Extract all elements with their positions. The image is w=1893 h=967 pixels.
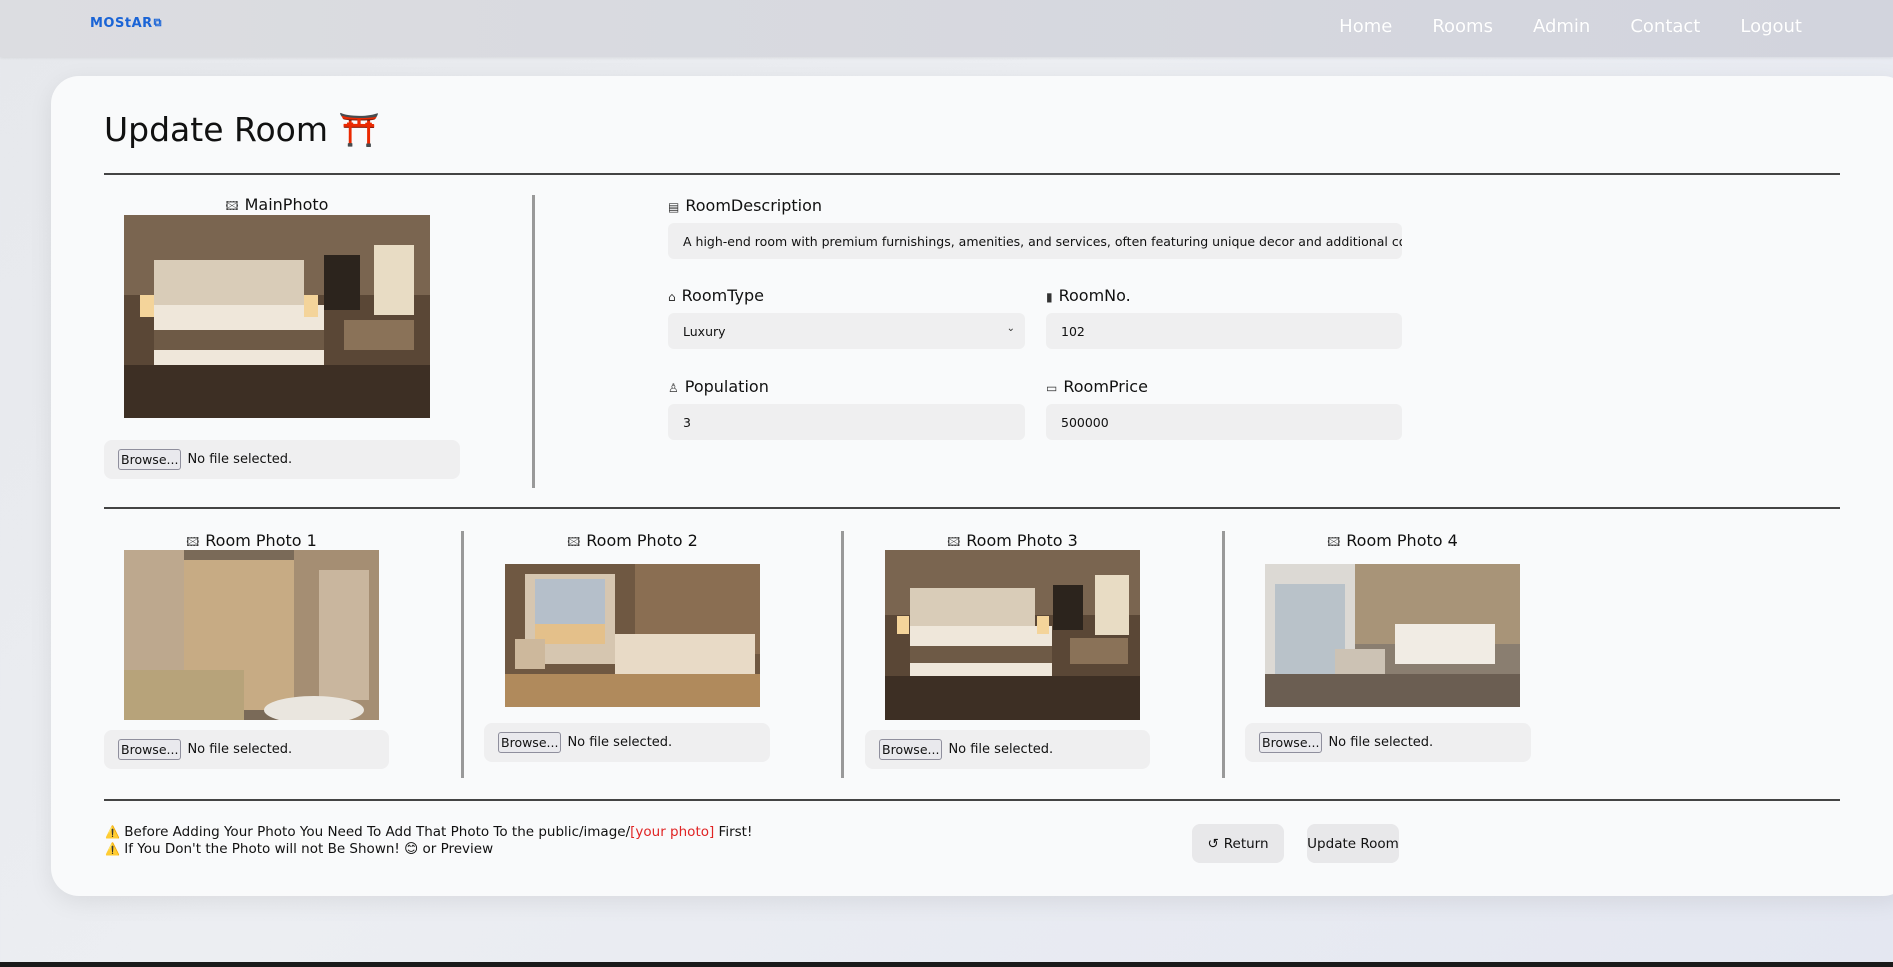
file-status: No file selected. bbox=[187, 742, 293, 757]
note-line-1: ⚠️ Before Adding Your Photo You Need To … bbox=[105, 824, 753, 840]
room-no-label: ▮ RoomNo. bbox=[1046, 286, 1131, 305]
file-status: No file selected. bbox=[187, 452, 293, 467]
divider-vertical-1 bbox=[461, 531, 464, 778]
population-input[interactable]: 3 bbox=[668, 404, 1025, 440]
page-title: Update Room ⛩️ bbox=[104, 110, 380, 150]
return-icon: ↺ bbox=[1207, 835, 1219, 852]
room-type-select[interactable]: Luxury ⌄ bbox=[668, 313, 1025, 349]
torii-gate-icon: ⛩️ bbox=[338, 110, 380, 149]
update-room-button[interactable]: Update Room bbox=[1307, 824, 1399, 863]
room-photo-1-file-input[interactable]: Browse... No file selected. bbox=[104, 730, 389, 769]
image-icon: 🖾 bbox=[947, 535, 961, 549]
room-description-input[interactable]: A high-end room with premium furnishings… bbox=[668, 223, 1402, 259]
warning-icon: ⚠️ bbox=[105, 842, 120, 856]
main-photo-preview bbox=[124, 215, 430, 418]
room-price-label: ▭ RoomPrice bbox=[1046, 377, 1148, 396]
divider-vertical-main bbox=[532, 195, 535, 488]
nav-rooms[interactable]: Rooms bbox=[1432, 16, 1493, 37]
wallet-icon: ▭ bbox=[1046, 381, 1058, 395]
nav-home[interactable]: Home bbox=[1339, 16, 1392, 37]
room-photo-2-file-input[interactable]: Browse... No file selected. bbox=[484, 723, 770, 762]
taskbar-strip bbox=[0, 962, 1893, 967]
nav-logout[interactable]: Logout bbox=[1740, 16, 1802, 37]
file-status: No file selected. bbox=[1328, 735, 1434, 750]
room-photo-2-preview bbox=[505, 564, 760, 707]
browse-button[interactable]: Browse... bbox=[118, 739, 182, 760]
navbar: MOStAR⧉ Home Rooms Admin Contact Logout bbox=[0, 0, 1893, 57]
nav-contact[interactable]: Contact bbox=[1630, 16, 1700, 37]
external-link-icon: ⧉ bbox=[153, 16, 162, 29]
photo-notes: ⚠️ Before Adding Your Photo You Need To … bbox=[105, 824, 752, 858]
room-photo-2-label: 🖾 Room Photo 2 bbox=[567, 531, 698, 550]
brand-logo[interactable]: MOStAR⧉ bbox=[90, 16, 162, 31]
document-icon: ▤ bbox=[668, 200, 680, 214]
divider-vertical-3 bbox=[1222, 531, 1225, 778]
room-photo-3-preview bbox=[885, 550, 1140, 720]
room-photo-1-preview bbox=[124, 550, 379, 720]
divider-middle bbox=[104, 507, 1840, 509]
image-icon: 🖾 bbox=[1327, 535, 1341, 549]
file-status: No file selected. bbox=[567, 735, 673, 750]
room-photo-3-file-input[interactable]: Browse... No file selected. bbox=[865, 730, 1150, 769]
nav-links: Home Rooms Admin Contact Logout bbox=[1339, 16, 1802, 37]
population-label: ♙ Population bbox=[668, 377, 769, 396]
brand-name: MOStAR bbox=[90, 16, 153, 31]
main-photo-file-input[interactable]: Browse... No file selected. bbox=[104, 440, 460, 479]
building-icon: ⌂ bbox=[668, 290, 676, 304]
description-label: ▤ RoomDescription bbox=[668, 196, 823, 215]
nav-admin[interactable]: Admin bbox=[1533, 16, 1590, 37]
divider-vertical-2 bbox=[841, 531, 844, 778]
room-photo-4-file-input[interactable]: Browse... No file selected. bbox=[1245, 723, 1531, 762]
room-type-label: ⌂ RoomType bbox=[668, 286, 764, 305]
bar-chart-icon: ▮ bbox=[1046, 290, 1053, 304]
chevron-down-icon: ⌄ bbox=[1006, 323, 1015, 334]
room-photo-4-label: 🖾 Room Photo 4 bbox=[1327, 531, 1458, 550]
browse-button[interactable]: Browse... bbox=[1259, 732, 1323, 753]
browse-button[interactable]: Browse... bbox=[498, 732, 562, 753]
room-no-input[interactable]: 102 bbox=[1046, 313, 1402, 349]
divider-top bbox=[104, 173, 1840, 175]
browse-button[interactable]: Browse... bbox=[879, 739, 943, 760]
room-price-input[interactable]: 500000 bbox=[1046, 404, 1402, 440]
smile-emoji-icon: 😊 bbox=[404, 841, 419, 857]
browse-button[interactable]: Browse... bbox=[118, 449, 182, 470]
divider-bottom bbox=[104, 799, 1840, 801]
return-button[interactable]: ↺ Return bbox=[1192, 824, 1284, 863]
note-line-2: ⚠️ If You Don't the Photo will not Be Sh… bbox=[105, 841, 494, 857]
image-icon: 🖾 bbox=[225, 199, 239, 213]
image-icon: 🖾 bbox=[567, 535, 581, 549]
page-title-text: Update Room bbox=[104, 110, 328, 149]
room-photo-4-preview bbox=[1265, 564, 1520, 707]
person-icon: ♙ bbox=[668, 381, 679, 395]
image-icon: 🖾 bbox=[186, 535, 200, 549]
file-status: No file selected. bbox=[948, 742, 1054, 757]
warning-icon: ⚠️ bbox=[105, 825, 120, 839]
